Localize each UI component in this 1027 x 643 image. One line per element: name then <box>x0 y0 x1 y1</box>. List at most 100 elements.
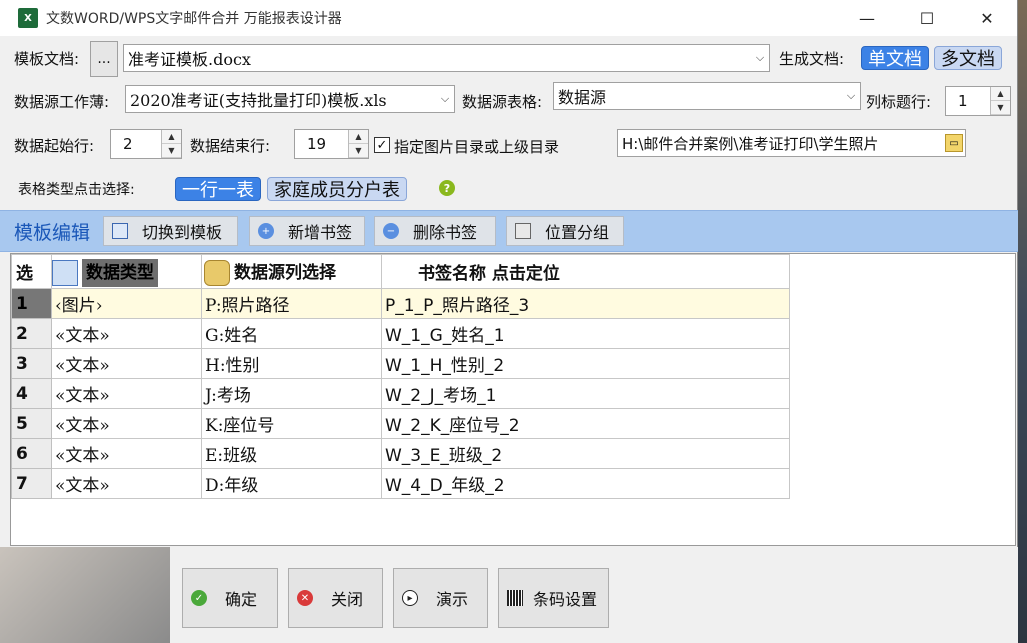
minimize-button[interactable]: — <box>837 0 897 36</box>
table-row[interactable]: 2 «文本» G:姓名 W_1_G_姓名_1 <box>11 318 790 349</box>
cell-type[interactable]: «文本» <box>51 438 202 469</box>
stepper-up-icon[interactable]: ▲ <box>991 87 1010 101</box>
barcode-settings-button[interactable]: 条码设置 <box>498 568 609 628</box>
demo-label: 演示 <box>436 590 469 609</box>
one-row-one-table-button[interactable]: 一行一表 <box>175 177 261 201</box>
cell-type[interactable]: «文本» <box>51 348 202 379</box>
stepper-up-icon[interactable]: ▲ <box>162 130 181 144</box>
cell-type[interactable]: «文本» <box>51 408 202 439</box>
template-combo[interactable]: 准考证模板.docx ⌵ <box>123 44 770 72</box>
image-dir-value: H:\邮件合并案例\准考证打印\学生照片 <box>622 134 879 153</box>
row-number[interactable]: 4 <box>11 378 52 409</box>
play-icon: ▸ <box>402 590 418 606</box>
add-bookmark-label: 新增书签 <box>288 223 353 242</box>
start-row-stepper[interactable]: 2 ▲ ▼ <box>110 129 182 159</box>
workbook-label: 数据源工作薄: <box>14 93 110 111</box>
table-row[interactable]: 4 «文本» J:考场 W_2_J_考场_1 <box>11 378 790 409</box>
cell-bookmark[interactable]: W_1_G_姓名_1 <box>381 318 790 349</box>
template-edit-toolbar: 模板编辑 切换到模板 + 新增书签 − 删除书签 位置分组 <box>0 210 1018 252</box>
cell-source[interactable]: K:座位号 <box>201 408 382 439</box>
workbook-combo[interactable]: 2020准考证(支持批量打印)模板.xls ⌵ <box>125 85 455 113</box>
close-button[interactable]: ✕ 关闭 <box>288 568 383 628</box>
help-icon[interactable]: ? <box>439 180 455 196</box>
table-row[interactable]: 6 «文本» E:班级 W_3_E_班级_2 <box>11 438 790 469</box>
cell-bookmark[interactable]: W_1_H_性别_2 <box>381 348 790 379</box>
row-number[interactable]: 1 <box>11 288 52 319</box>
header-row-stepper[interactable]: 1 ▲ ▼ <box>945 86 1011 116</box>
header-source[interactable]: 数据源列选择 <box>201 254 382 289</box>
table-row[interactable]: 7 «文本» D:年级 W_4_D_年级_2 <box>11 468 790 499</box>
chevron-down-icon[interactable]: ⌵ <box>751 45 769 71</box>
cell-type[interactable]: «文本» <box>51 318 202 349</box>
close-icon: ✕ <box>297 590 313 606</box>
image-dir-field[interactable]: H:\邮件合并案例\准考证打印\学生照片 ▭ <box>617 129 966 157</box>
row-number[interactable]: 6 <box>11 438 52 469</box>
cell-type[interactable]: ‹图片› <box>51 288 202 319</box>
row-number[interactable]: 3 <box>11 348 52 379</box>
template-value: 准考证模板.docx <box>128 50 251 69</box>
sheet-value: 数据源 <box>558 88 607 107</box>
add-bookmark-button[interactable]: + 新增书签 <box>249 216 365 246</box>
cell-source[interactable]: D:年级 <box>201 468 382 499</box>
folder-open-icon[interactable]: ▭ <box>945 134 963 152</box>
ok-button[interactable]: ✓ 确定 <box>182 568 278 628</box>
cell-bookmark[interactable]: W_2_K_座位号_2 <box>381 408 790 439</box>
barcode-settings-label: 条码设置 <box>533 590 598 609</box>
single-doc-button[interactable]: 单文档 <box>861 46 929 70</box>
cell-bookmark[interactable]: P_1_P_照片路径_3 <box>381 288 790 319</box>
stepper-down-icon[interactable]: ▼ <box>349 144 368 158</box>
position-group-label: 位置分组 <box>545 223 610 242</box>
table-icon <box>52 259 78 286</box>
table-row[interactable]: 1 ‹图片› P:照片路径 P_1_P_照片路径_3 <box>11 288 790 319</box>
cell-bookmark[interactable]: W_3_E_班级_2 <box>381 438 790 469</box>
sheet-combo[interactable]: 数据源 ⌵ <box>553 82 861 110</box>
image-dir-checkbox[interactable]: ✓ <box>374 137 390 153</box>
chevron-down-icon[interactable]: ⌵ <box>842 83 860 109</box>
end-row-stepper[interactable]: 19 ▲ ▼ <box>294 129 369 159</box>
image-dir-label: 指定图片目录或上级目录 <box>394 138 560 156</box>
switch-template-button[interactable]: 切换到模板 <box>103 216 238 246</box>
row-number[interactable]: 2 <box>11 318 52 349</box>
xls-icon: X <box>18 8 38 28</box>
cell-type[interactable]: «文本» <box>51 468 202 499</box>
delete-bookmark-label: 删除书签 <box>413 223 478 242</box>
table-row[interactable]: 3 «文本» H:性别 W_1_H_性别_2 <box>11 348 790 379</box>
header-type-label: 数据类型 <box>82 258 158 287</box>
minus-icon: − <box>383 223 399 239</box>
ok-label: 确定 <box>225 590 258 609</box>
row-number[interactable]: 5 <box>11 408 52 439</box>
switch-template-label: 切换到模板 <box>142 223 223 242</box>
position-group-button[interactable]: 位置分组 <box>506 216 624 246</box>
workbook-value: 2020准考证(支持批量打印)模板.xls <box>130 91 387 110</box>
cell-source[interactable]: G:姓名 <box>201 318 382 349</box>
grid-icon <box>112 223 128 239</box>
header-bookmark[interactable]: 书签名称 点击定位 <box>381 254 790 289</box>
main-window: X 文数WORD/WPS文字邮件合并 万能报表设计器 — ☐ ✕ 模板文档: .… <box>0 0 1018 643</box>
delete-bookmark-button[interactable]: − 删除书签 <box>374 216 496 246</box>
title-bar: X 文数WORD/WPS文字邮件合并 万能报表设计器 — ☐ ✕ <box>0 0 1017 36</box>
stepper-up-icon[interactable]: ▲ <box>349 130 368 144</box>
header-type[interactable]: 数据类型 <box>51 254 202 289</box>
stepper-down-icon[interactable]: ▼ <box>991 101 1010 115</box>
cell-source[interactable]: E:班级 <box>201 438 382 469</box>
cell-bookmark[interactable]: W_4_D_年级_2 <box>381 468 790 499</box>
cell-bookmark[interactable]: W_2_J_考场_1 <box>381 378 790 409</box>
demo-button[interactable]: ▸ 演示 <box>393 568 488 628</box>
cell-source[interactable]: P:照片路径 <box>201 288 382 319</box>
bookmark-table: 选 数据类型 数据源列选择 书签名称 点击定位 1 ‹图片› P:照片路径 P_… <box>11 254 790 499</box>
family-table-button[interactable]: 家庭成员分户表 <box>267 177 407 201</box>
close-window-button[interactable]: ✕ <box>957 0 1017 36</box>
browse-template-button[interactable]: ... <box>90 41 118 77</box>
cell-source[interactable]: H:性别 <box>201 348 382 379</box>
end-row-value: 19 <box>307 135 327 153</box>
cell-source[interactable]: J:考场 <box>201 378 382 409</box>
stepper-down-icon[interactable]: ▼ <box>162 144 181 158</box>
template-label: 模板文档: <box>14 50 80 68</box>
row-number[interactable]: 7 <box>11 468 52 499</box>
chevron-down-icon[interactable]: ⌵ <box>436 86 454 112</box>
multi-doc-button[interactable]: 多文档 <box>934 46 1002 70</box>
table-row[interactable]: 5 «文本» K:座位号 W_2_K_座位号_2 <box>11 408 790 439</box>
cell-type[interactable]: «文本» <box>51 378 202 409</box>
maximize-button[interactable]: ☐ <box>897 0 957 36</box>
header-sel[interactable]: 选 <box>11 254 52 289</box>
